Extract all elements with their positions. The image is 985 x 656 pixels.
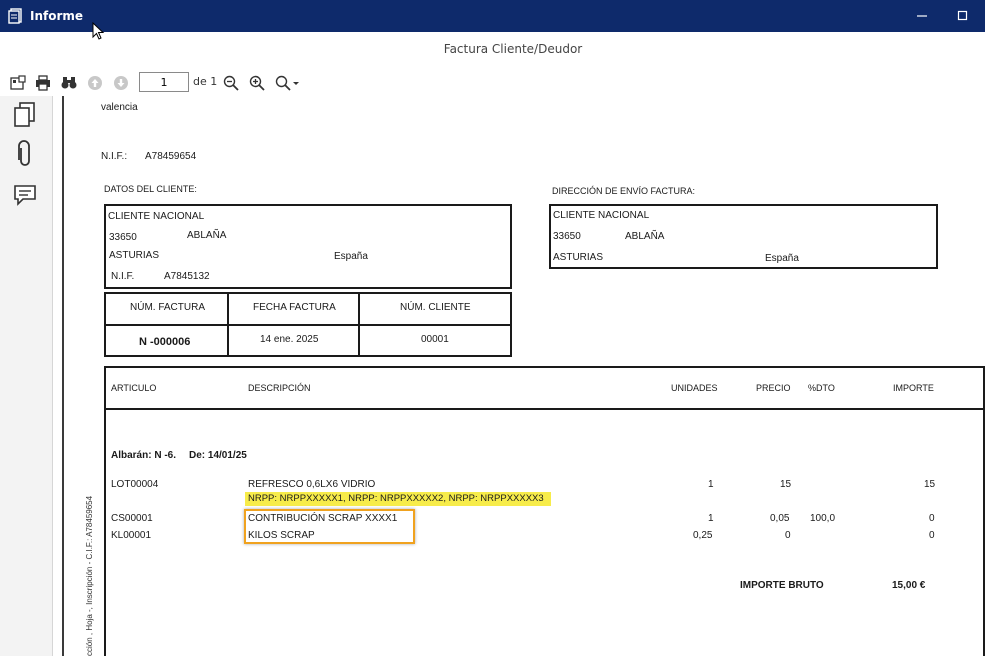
maximize-icon bbox=[957, 10, 968, 21]
col-header-amount: IMPORTE bbox=[893, 383, 934, 393]
col-header-price: PRECIO bbox=[756, 383, 791, 393]
previous-page-button[interactable] bbox=[85, 73, 105, 93]
scrap-lines-highlight bbox=[244, 509, 415, 544]
invoice-page: valencia N.I.F.: A78459654 DATOS DEL CLI… bbox=[64, 96, 985, 656]
line-amount: 15 bbox=[924, 479, 936, 490]
col-header-units: UNIDADES bbox=[671, 383, 718, 393]
client-province: ASTURIAS bbox=[109, 250, 160, 261]
shipping-name: CLIENTE NACIONAL bbox=[553, 210, 650, 221]
pages-panel-button[interactable] bbox=[10, 100, 40, 130]
meta-col-divider-2 bbox=[358, 292, 360, 357]
invoice-number: N -000006 bbox=[139, 336, 191, 348]
shipping-section-label: DIRECCIÓN DE ENVÍO FACTURA: bbox=[552, 186, 696, 196]
zoom-dropdown-icon bbox=[275, 75, 299, 91]
report-icon bbox=[8, 8, 22, 24]
meta-col-divider-1 bbox=[227, 292, 229, 357]
line-article: LOT00004 bbox=[111, 479, 159, 490]
next-page-button[interactable] bbox=[111, 73, 131, 93]
zoom-in-icon bbox=[249, 75, 265, 91]
meta-header-client-number: NÚM. CLIENTE bbox=[400, 302, 471, 313]
maximize-button[interactable] bbox=[953, 6, 973, 26]
meta-header-invoice-number: NÚM. FACTURA bbox=[130, 302, 205, 313]
mouse-cursor-icon bbox=[92, 22, 105, 40]
line-discount: 100,0 bbox=[810, 513, 836, 524]
client-postal-code: 33650 bbox=[109, 232, 137, 243]
zoom-menu-button[interactable] bbox=[274, 73, 302, 93]
printer-icon bbox=[36, 75, 50, 91]
issuer-nif-value: A78459654 bbox=[145, 151, 197, 162]
print-button[interactable] bbox=[33, 73, 53, 93]
client-name: CLIENTE NACIONAL bbox=[108, 211, 205, 222]
line-price: 0,05 bbox=[770, 513, 790, 524]
col-header-description: DESCRIPCIÓN bbox=[248, 383, 311, 393]
line-article: KL00001 bbox=[111, 530, 152, 541]
table-header-divider bbox=[104, 408, 985, 410]
line-price: 15 bbox=[780, 479, 792, 490]
document-title: Factura Cliente/Deudor bbox=[443, 42, 583, 56]
document-map-icon bbox=[10, 75, 26, 90]
line-units: 1 bbox=[708, 513, 714, 524]
client-nif-value: A7845132 bbox=[164, 271, 210, 282]
client-number: 00001 bbox=[421, 334, 449, 345]
client-section-label: DATOS DEL CLIENTE: bbox=[104, 184, 197, 194]
arrow-down-circle-icon bbox=[114, 76, 128, 90]
zoom-out-icon bbox=[223, 75, 239, 91]
toggle-sidebar-button[interactable] bbox=[8, 73, 28, 93]
line-units: 1 bbox=[708, 479, 714, 490]
minimize-icon bbox=[917, 15, 927, 17]
meta-header-invoice-date: FECHA FACTURA bbox=[253, 302, 336, 313]
line-amount: 0 bbox=[929, 530, 935, 541]
attachments-panel-button[interactable] bbox=[10, 139, 40, 169]
gross-amount-label: IMPORTE BRUTO bbox=[740, 580, 824, 591]
window-title: Informe bbox=[30, 9, 84, 23]
line-price: 0 bbox=[785, 530, 791, 541]
meta-divider bbox=[104, 324, 512, 326]
paperclip-icon bbox=[18, 140, 30, 166]
side-panel bbox=[0, 96, 53, 656]
line-article: CS00001 bbox=[111, 513, 153, 524]
nrpp-line: NRPP: NRPPXXXXX1, NRPP: NRPPXXXXX2, NRPP… bbox=[248, 493, 544, 504]
client-town: ABLAÑA bbox=[187, 230, 227, 241]
shipping-country: España bbox=[765, 253, 799, 264]
copy-pages-icon bbox=[14, 102, 35, 127]
zoom-out-button[interactable] bbox=[221, 73, 241, 93]
minimize-button[interactable] bbox=[912, 6, 932, 26]
shipping-province: ASTURIAS bbox=[553, 252, 604, 263]
line-description: REFRESCO 0,6LX6 VIDRIO bbox=[248, 479, 376, 490]
shipping-town: ABLAÑA bbox=[625, 231, 665, 242]
invoice-date: 14 ene. 2025 bbox=[260, 334, 319, 345]
viewer-toolbar: de 1 bbox=[0, 68, 985, 96]
binoculars-icon bbox=[61, 77, 77, 89]
side-legal-text: cción , Hoja -, Inscripción - C.I.F.: A7… bbox=[85, 495, 94, 656]
arrow-up-circle-icon bbox=[88, 76, 102, 90]
comments-panel-button[interactable] bbox=[10, 180, 40, 210]
comment-icon bbox=[14, 185, 36, 206]
window-titlebar: Informe bbox=[0, 0, 985, 32]
col-header-article: ARTICULO bbox=[111, 383, 157, 393]
delivery-date: De: 14/01/25 bbox=[189, 450, 247, 461]
zoom-in-button[interactable] bbox=[247, 73, 267, 93]
col-header-discount: %DTO bbox=[808, 383, 835, 393]
gross-amount-value: 15,00 € bbox=[892, 580, 926, 591]
line-units: 0,25 bbox=[693, 530, 713, 541]
delivery-note: Albarán: N -6. bbox=[111, 450, 177, 461]
shipping-postal-code: 33650 bbox=[553, 231, 581, 242]
find-button[interactable] bbox=[59, 73, 79, 93]
issuer-city: valencia bbox=[101, 102, 138, 113]
page-count-label: de 1 bbox=[193, 75, 218, 88]
client-country: España bbox=[334, 251, 368, 262]
line-amount: 0 bbox=[929, 513, 935, 524]
issuer-nif-label: N.I.F.: bbox=[101, 151, 128, 162]
page-number-input[interactable] bbox=[139, 72, 189, 92]
client-nif-label: N.I.F. bbox=[111, 271, 135, 282]
